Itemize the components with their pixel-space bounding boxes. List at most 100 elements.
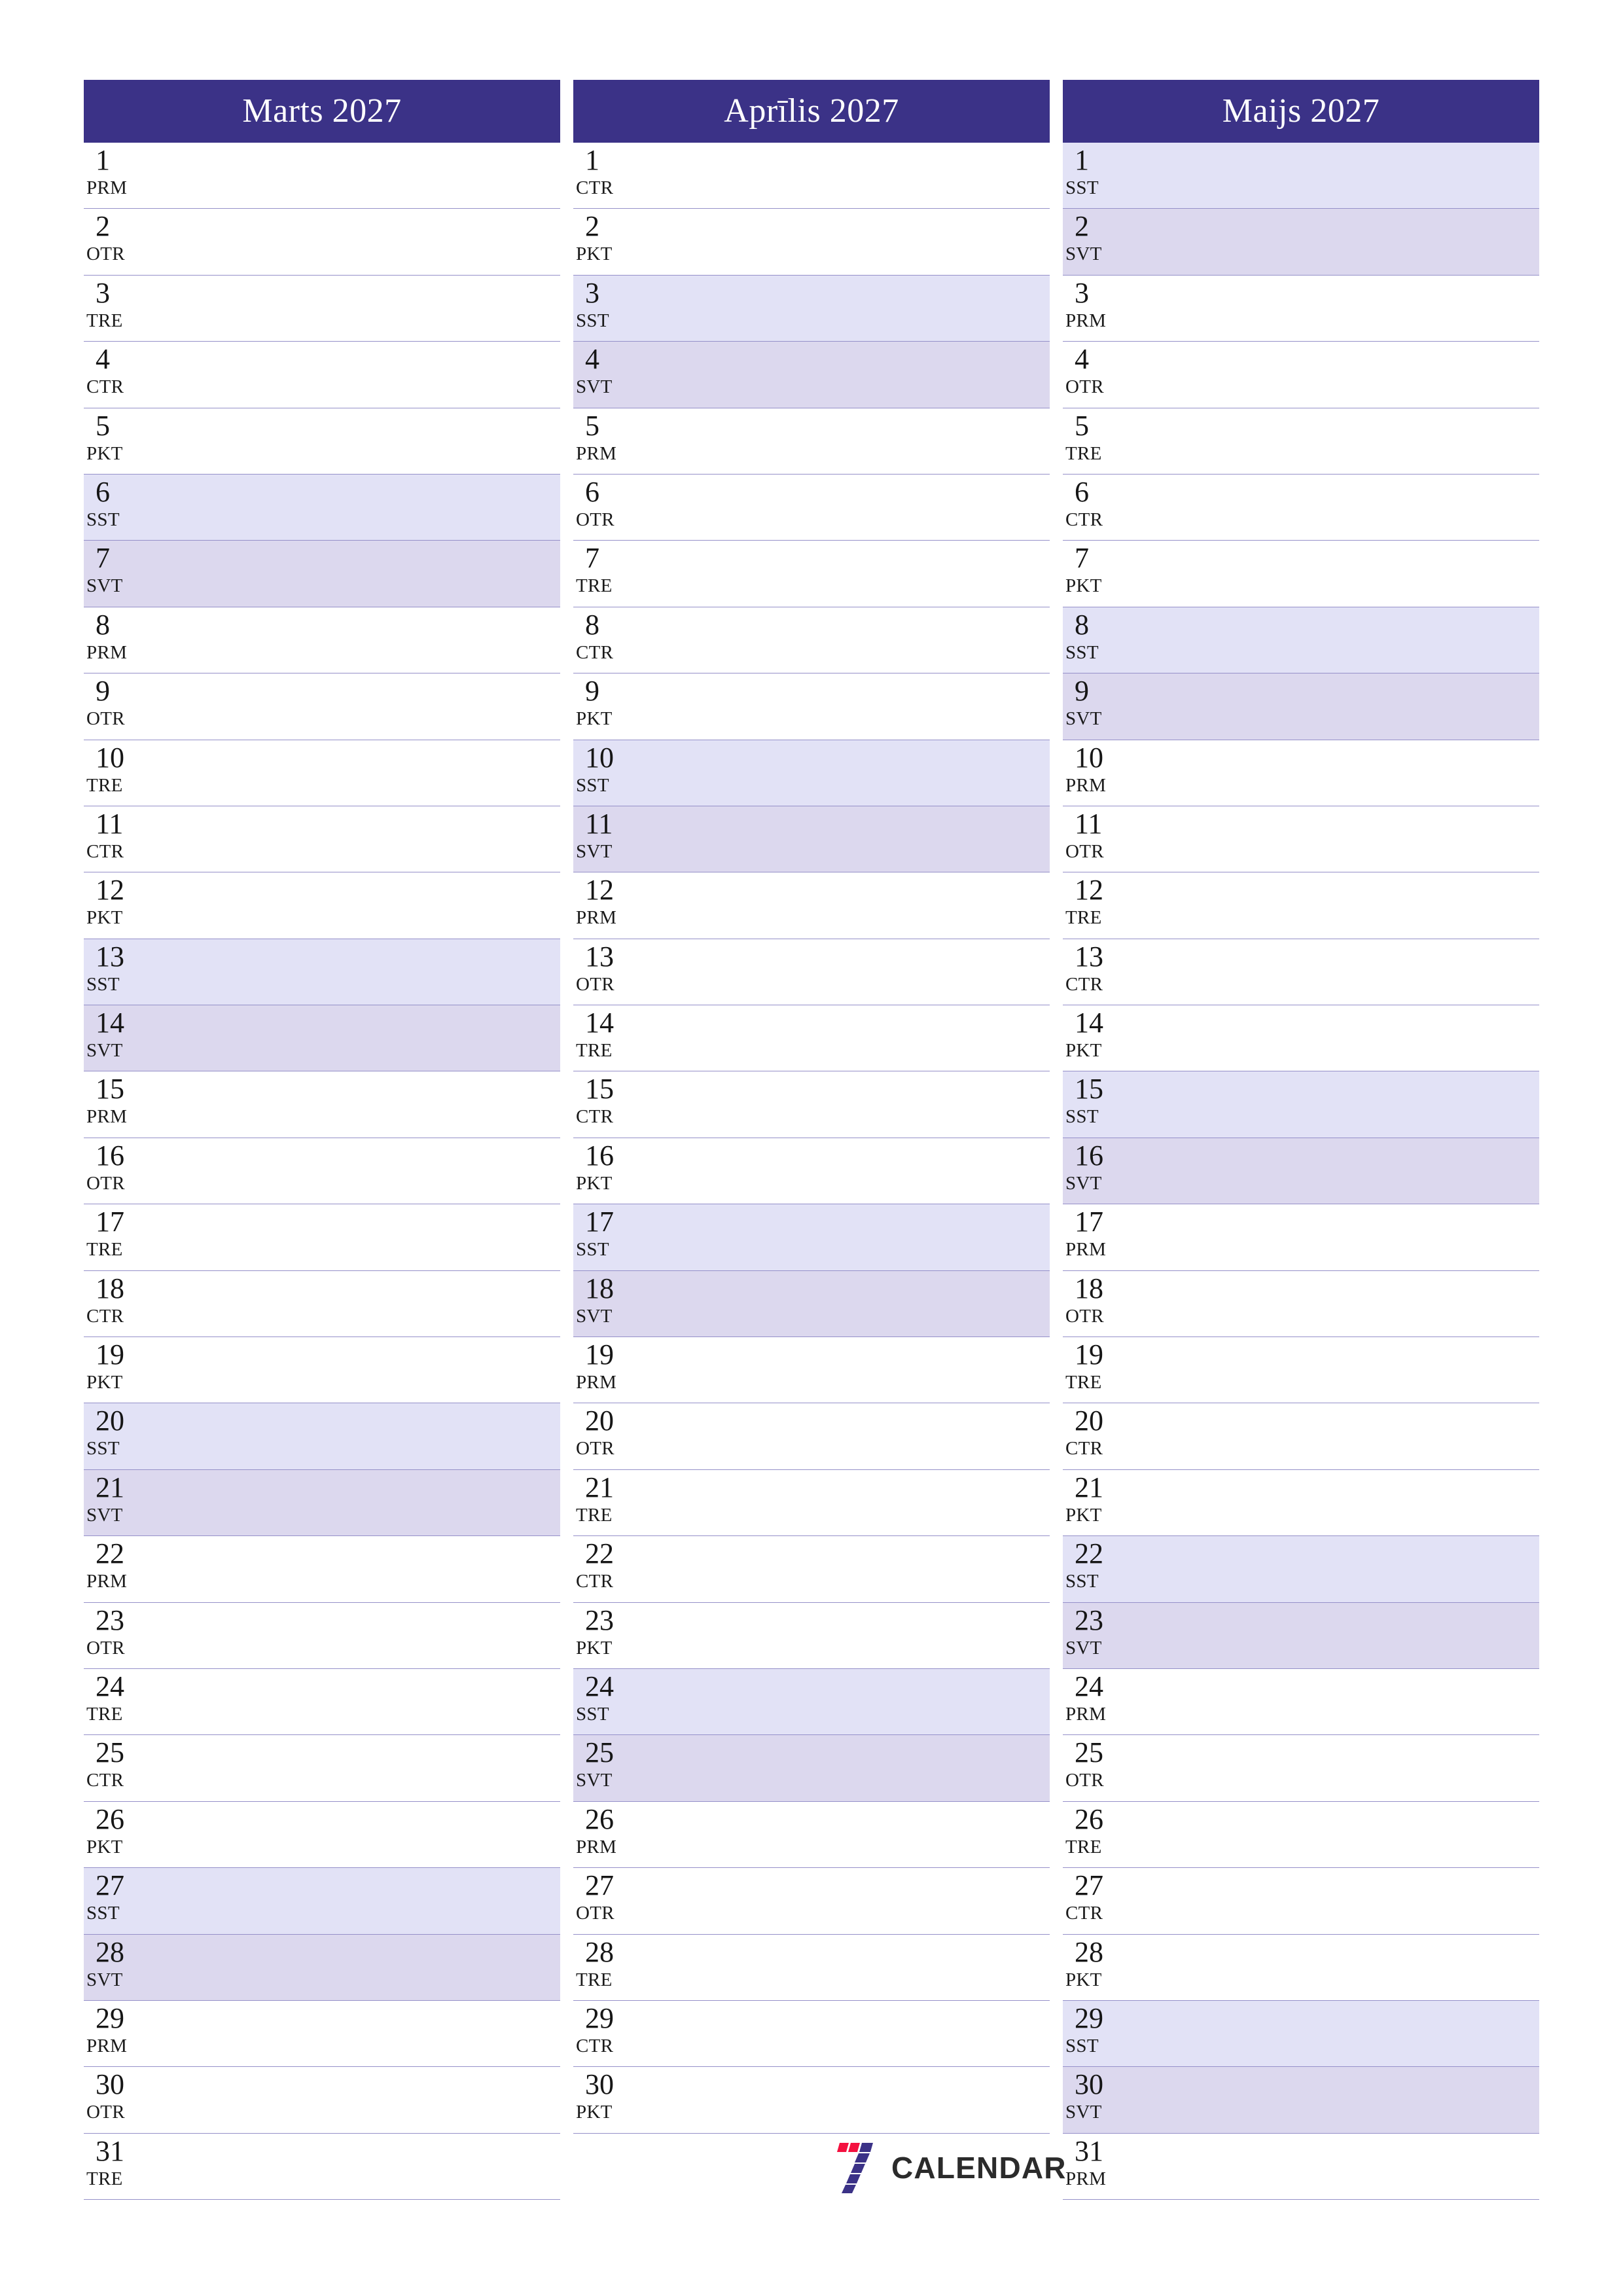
- day-row[interactable]: 14 SVT: [84, 1005, 560, 1072]
- day-row[interactable]: 24 TRE: [84, 1668, 560, 1736]
- day-row[interactable]: 30 OTR: [84, 2067, 560, 2134]
- day-row[interactable]: 3 PRM: [1063, 275, 1539, 342]
- day-row[interactable]: 5 PRM: [573, 408, 1050, 475]
- day-row[interactable]: 7 SVT: [84, 541, 560, 607]
- day-weekday-abbr: TRE: [86, 1239, 123, 1261]
- day-row[interactable]: 3 TRE: [84, 275, 560, 342]
- day-row[interactable]: 9 PKT: [573, 673, 1050, 740]
- day-row[interactable]: 7 TRE: [573, 541, 1050, 607]
- day-row[interactable]: 6 SST: [84, 474, 560, 541]
- day-row[interactable]: 15 CTR: [573, 1071, 1050, 1138]
- day-row[interactable]: 20 OTR: [573, 1403, 1050, 1470]
- day-number: 4: [585, 343, 599, 376]
- day-row[interactable]: 13 CTR: [1063, 939, 1539, 1006]
- day-row[interactable]: 21 TRE: [573, 1469, 1050, 1537]
- day-row[interactable]: 19 TRE: [1063, 1337, 1539, 1404]
- day-row[interactable]: 25 SVT: [573, 1735, 1050, 1802]
- day-row[interactable]: 8 PRM: [84, 607, 560, 674]
- day-row[interactable]: 31 TRE: [84, 2133, 560, 2200]
- day-row[interactable]: 16 OTR: [84, 1138, 560, 1205]
- day-row[interactable]: 28 PKT: [1063, 1934, 1539, 2001]
- day-row[interactable]: 8 SST: [1063, 607, 1539, 674]
- day-row[interactable]: 30 SVT: [1063, 2067, 1539, 2134]
- day-row[interactable]: 20 CTR: [1063, 1403, 1539, 1470]
- day-row[interactable]: 4 CTR: [84, 342, 560, 408]
- day-row[interactable]: 11 OTR: [1063, 806, 1539, 873]
- day-row[interactable]: 12 PRM: [573, 872, 1050, 939]
- day-row[interactable]: 1 SST: [1063, 143, 1539, 209]
- day-row[interactable]: 17 PRM: [1063, 1204, 1539, 1271]
- day-row[interactable]: 26 PRM: [573, 1801, 1050, 1869]
- day-number: 27: [96, 1869, 124, 1902]
- day-row[interactable]: 22 SST: [1063, 1536, 1539, 1603]
- day-row[interactable]: 25 OTR: [1063, 1735, 1539, 1802]
- day-row[interactable]: 10 TRE: [84, 740, 560, 806]
- day-row[interactable]: 5 PKT: [84, 408, 560, 475]
- day-row[interactable]: 18 OTR: [1063, 1270, 1539, 1338]
- day-row[interactable]: 29 PRM: [84, 2000, 560, 2068]
- day-row[interactable]: 14 TRE: [573, 1005, 1050, 1072]
- day-weekday-abbr: OTR: [86, 708, 125, 730]
- day-row[interactable]: 27 OTR: [573, 1868, 1050, 1935]
- day-row[interactable]: 28 SVT: [84, 1934, 560, 2001]
- day-number: 16: [585, 1139, 614, 1172]
- day-row[interactable]: 16 SVT: [1063, 1138, 1539, 1205]
- day-row[interactable]: 2 PKT: [573, 209, 1050, 276]
- day-row[interactable]: 6 OTR: [573, 474, 1050, 541]
- day-row[interactable]: 14 PKT: [1063, 1005, 1539, 1072]
- day-row[interactable]: 10 PRM: [1063, 740, 1539, 806]
- day-row[interactable]: 29 SST: [1063, 2000, 1539, 2068]
- day-row[interactable]: 13 SST: [84, 939, 560, 1006]
- day-row[interactable]: 12 TRE: [1063, 872, 1539, 939]
- day-row[interactable]: 11 CTR: [84, 806, 560, 873]
- day-row[interactable]: 27 SST: [84, 1868, 560, 1935]
- day-row[interactable]: 26 PKT: [84, 1801, 560, 1869]
- day-row[interactable]: 28 TRE: [573, 1934, 1050, 2001]
- day-row[interactable]: 12 PKT: [84, 872, 560, 939]
- day-row[interactable]: 13 OTR: [573, 939, 1050, 1006]
- day-row[interactable]: 23 OTR: [84, 1602, 560, 1669]
- day-row[interactable]: 24 PRM: [1063, 1668, 1539, 1736]
- day-row[interactable]: 20 SST: [84, 1403, 560, 1470]
- day-weekday-abbr: PRM: [576, 442, 617, 464]
- day-row[interactable]: 18 CTR: [84, 1270, 560, 1338]
- day-row[interactable]: 5 TRE: [1063, 408, 1539, 475]
- day-row[interactable]: 3 SST: [573, 275, 1050, 342]
- day-row[interactable]: 4 OTR: [1063, 342, 1539, 408]
- day-weekday-abbr: PKT: [86, 442, 123, 464]
- day-row[interactable]: 30 PKT: [573, 2067, 1050, 2134]
- day-row[interactable]: 15 PRM: [84, 1071, 560, 1138]
- day-row[interactable]: 19 PRM: [573, 1337, 1050, 1404]
- day-row[interactable]: 31 PRM: [1063, 2133, 1539, 2200]
- day-row[interactable]: 11 SVT: [573, 806, 1050, 873]
- day-row[interactable]: 21 SVT: [84, 1469, 560, 1537]
- day-row[interactable]: 6 CTR: [1063, 474, 1539, 541]
- day-row[interactable]: 10 SST: [573, 740, 1050, 806]
- day-row[interactable]: 18 SVT: [573, 1270, 1050, 1338]
- day-row[interactable]: 16 PKT: [573, 1138, 1050, 1205]
- day-row[interactable]: 9 OTR: [84, 673, 560, 740]
- day-row[interactable]: 26 TRE: [1063, 1801, 1539, 1869]
- day-row[interactable]: 22 CTR: [573, 1536, 1050, 1603]
- day-row[interactable]: 22 PRM: [84, 1536, 560, 1603]
- day-row[interactable]: 21 PKT: [1063, 1469, 1539, 1537]
- day-row[interactable]: 2 OTR: [84, 209, 560, 276]
- day-row[interactable]: 1 CTR: [573, 143, 1050, 209]
- day-weekday-abbr: OTR: [86, 1637, 125, 1659]
- day-row[interactable]: 24 SST: [573, 1668, 1050, 1736]
- day-row[interactable]: 19 PKT: [84, 1337, 560, 1404]
- day-row[interactable]: 15 SST: [1063, 1071, 1539, 1138]
- day-row[interactable]: 27 CTR: [1063, 1868, 1539, 1935]
- day-row[interactable]: 2 SVT: [1063, 209, 1539, 276]
- day-row[interactable]: 23 SVT: [1063, 1602, 1539, 1669]
- day-row[interactable]: 7 PKT: [1063, 541, 1539, 607]
- day-row[interactable]: 17 TRE: [84, 1204, 560, 1271]
- day-row[interactable]: 25 CTR: [84, 1735, 560, 1802]
- day-row[interactable]: 8 CTR: [573, 607, 1050, 674]
- day-row[interactable]: 9 SVT: [1063, 673, 1539, 740]
- day-row[interactable]: 4 SVT: [573, 342, 1050, 408]
- day-row[interactable]: 1 PRM: [84, 143, 560, 209]
- day-row[interactable]: 17 SST: [573, 1204, 1050, 1271]
- day-row[interactable]: 29 CTR: [573, 2000, 1050, 2068]
- day-row[interactable]: 23 PKT: [573, 1602, 1050, 1669]
